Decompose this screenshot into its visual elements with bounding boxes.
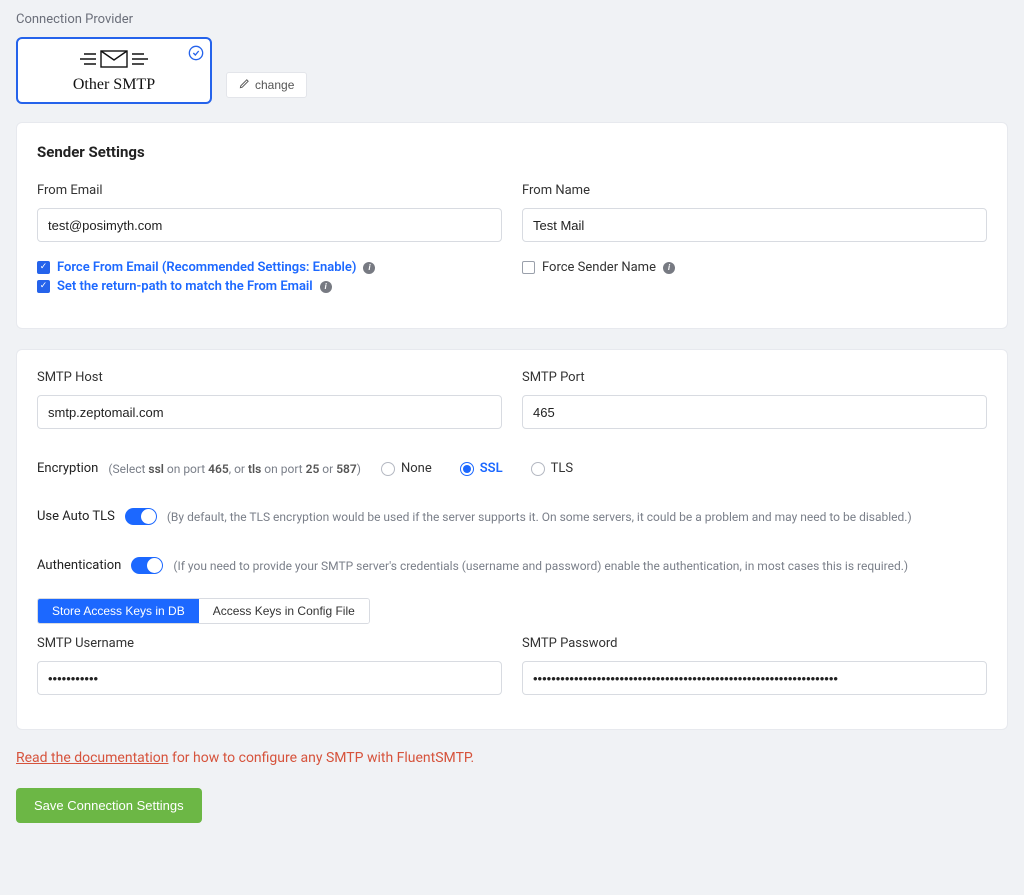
encryption-hint: (Select ssl on port 465, or tls on port … (108, 462, 361, 476)
from-name-label: From Name (522, 183, 987, 198)
provider-card-title: Other SMTP (73, 76, 155, 94)
info-icon[interactable]: i (363, 262, 375, 274)
store-config-button[interactable]: Access Keys in Config File (199, 599, 369, 623)
force-from-email-checkbox[interactable] (37, 261, 50, 274)
smtp-username-label: SMTP Username (37, 636, 502, 651)
smtp-port-input[interactable] (522, 395, 987, 429)
encryption-radio-none[interactable]: None (381, 461, 432, 476)
smtp-host-label: SMTP Host (37, 370, 502, 385)
info-icon[interactable]: i (663, 262, 675, 274)
auto-tls-hint: (By default, the TLS encryption would be… (167, 510, 912, 524)
authentication-label: Authentication (37, 558, 121, 573)
smtp-username-input[interactable] (37, 661, 502, 695)
auto-tls-label: Use Auto TLS (37, 509, 115, 524)
connection-provider-label: Connection Provider (16, 12, 1008, 27)
force-sender-name-checkbox[interactable] (522, 261, 535, 274)
force-from-email-label: Force From Email (Recommended Settings: … (57, 260, 356, 275)
smtp-settings-card: SMTP Host SMTP Port Encryption (Select s… (16, 349, 1008, 730)
encryption-radio-tls[interactable]: TLS (531, 461, 573, 476)
smtp-password-label: SMTP Password (522, 636, 987, 651)
store-db-button[interactable]: Store Access Keys in DB (38, 599, 199, 623)
auto-tls-toggle[interactable] (125, 508, 157, 525)
encryption-radio-ssl[interactable]: SSL (460, 461, 503, 476)
sender-settings-heading: Sender Settings (37, 143, 987, 161)
info-icon[interactable]: i (320, 281, 332, 293)
pencil-icon (239, 78, 250, 92)
envelope-icon (78, 48, 150, 74)
change-button-label: change (255, 78, 294, 92)
change-provider-button[interactable]: change (226, 72, 307, 98)
provider-card-other-smtp[interactable]: Other SMTP (16, 37, 212, 104)
documentation-text: for how to configure any SMTP with Fluen… (168, 750, 474, 766)
documentation-link[interactable]: Read the documentation (16, 750, 168, 766)
sender-settings-card: Sender Settings From Email From Name For… (16, 122, 1008, 329)
smtp-password-input[interactable] (522, 661, 987, 695)
authentication-hint: (If you need to provide your SMTP server… (173, 559, 908, 573)
save-connection-settings-button[interactable]: Save Connection Settings (16, 788, 202, 823)
smtp-port-label: SMTP Port (522, 370, 987, 385)
from-email-input[interactable] (37, 208, 502, 242)
return-path-label: Set the return-path to match the From Em… (57, 279, 313, 294)
provider-row: Other SMTP change (16, 37, 1008, 104)
encryption-label: Encryption (37, 461, 98, 476)
smtp-host-input[interactable] (37, 395, 502, 429)
authentication-toggle[interactable] (131, 557, 163, 574)
check-circle-icon (188, 45, 204, 61)
from-name-input[interactable] (522, 208, 987, 242)
return-path-checkbox[interactable] (37, 280, 50, 293)
access-keys-segment: Store Access Keys in DB Access Keys in C… (37, 598, 370, 624)
from-email-label: From Email (37, 183, 502, 198)
documentation-line: Read the documentation for how to config… (16, 750, 1008, 766)
force-sender-name-label: Force Sender Name (542, 260, 656, 275)
